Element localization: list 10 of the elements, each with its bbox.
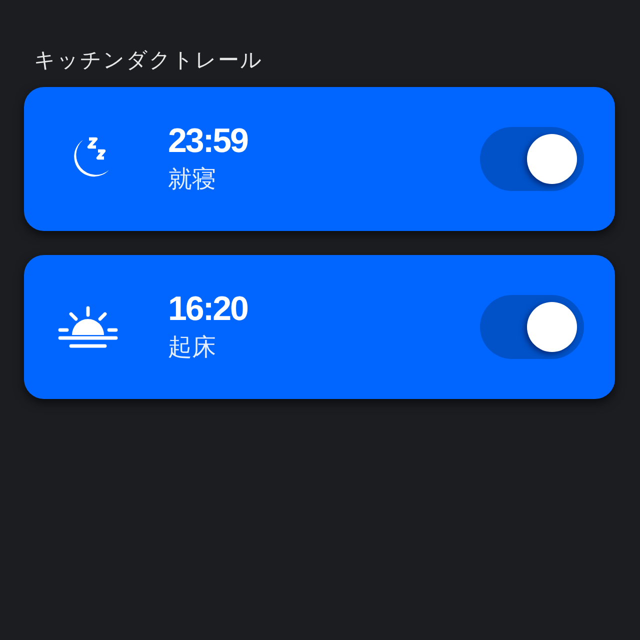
alarm-card[interactable]: 16:20 起床 bbox=[24, 255, 615, 400]
toggle-thumb bbox=[527, 302, 577, 352]
alarm-time: 23:59 bbox=[168, 122, 249, 160]
alarm-label: 就寝 bbox=[168, 165, 217, 196]
alarm-label: 起床 bbox=[168, 333, 217, 364]
sunrise-icon bbox=[57, 305, 119, 350]
alarm-card[interactable]: 23:59 就寝 bbox=[24, 87, 615, 232]
toggle-thumb bbox=[527, 134, 577, 184]
section-title: キッチンダクトレール bbox=[34, 48, 264, 74]
alarm-time: 16:20 bbox=[168, 290, 248, 328]
